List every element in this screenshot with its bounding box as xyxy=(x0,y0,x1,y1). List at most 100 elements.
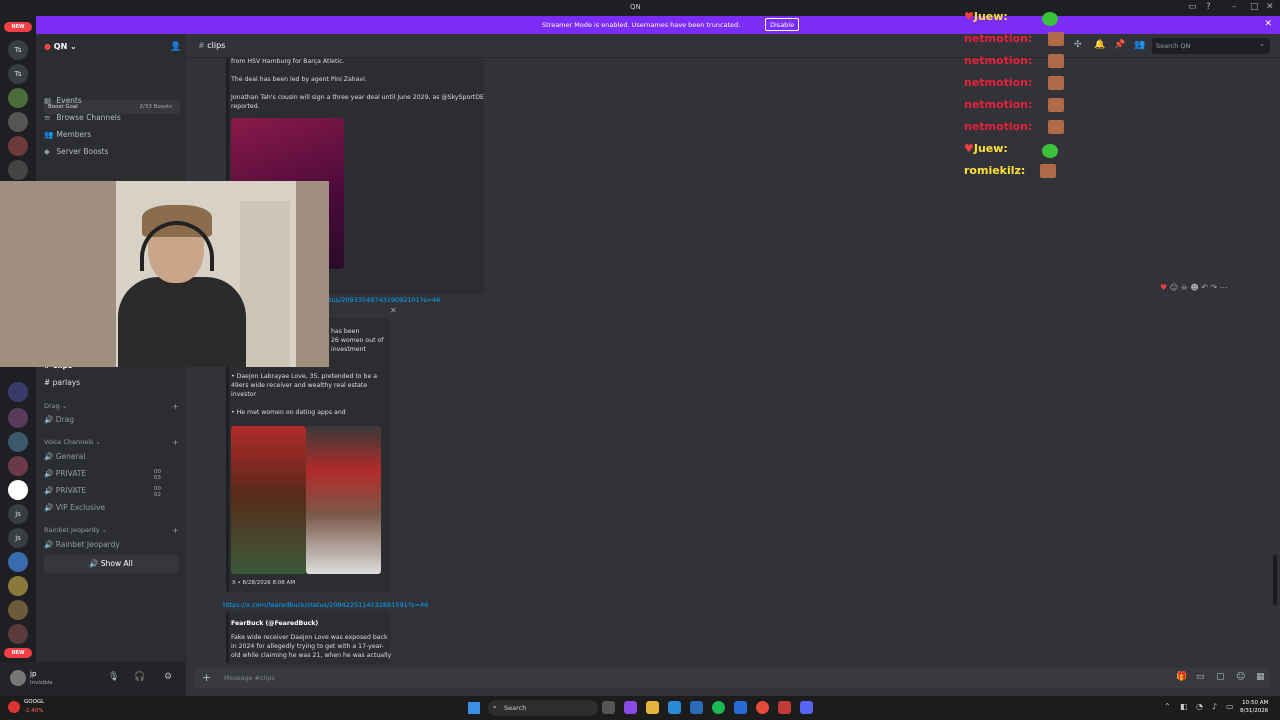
file-explorer-icon[interactable] xyxy=(646,701,659,714)
emote xyxy=(1048,54,1064,68)
remove-embed-icon[interactable]: ✕ xyxy=(390,306,397,315)
avatar[interactable] xyxy=(10,670,26,686)
volume-icon[interactable]: ♪ xyxy=(1212,702,1217,711)
server-icon-js[interactable]: js xyxy=(8,504,28,524)
voice-channel-rainbet[interactable]: 🔊 Rainbet Jeopardy xyxy=(44,540,120,549)
pin-icon[interactable]: 📌 xyxy=(1114,40,1125,50)
taskview-icon[interactable] xyxy=(602,701,615,714)
server-icon[interactable] xyxy=(8,88,28,108)
headphones-icon[interactable]: 🎧 xyxy=(134,672,145,682)
channel-parlays[interactable]: # parlays xyxy=(44,378,80,387)
apps-icon[interactable]: ▦ xyxy=(1256,672,1265,682)
invite-icon[interactable]: 👤 xyxy=(170,42,181,52)
emoji-reaction-icon[interactable]: ☺ xyxy=(1170,283,1178,292)
chrome-icon[interactable] xyxy=(756,701,769,714)
server-icon[interactable] xyxy=(8,382,28,402)
emoji-icon[interactable]: ☺ xyxy=(1236,672,1245,682)
hash-icon: # xyxy=(198,41,208,50)
add-channel-icon[interactable]: + xyxy=(172,402,179,411)
heart-reaction-icon[interactable]: ♥ xyxy=(1160,283,1167,292)
voice-channel-private-2[interactable]: 🔊 PRIVATE 00 02 xyxy=(44,486,161,498)
app-icon[interactable] xyxy=(624,701,637,714)
gif-icon[interactable]: ▭ xyxy=(1196,672,1205,682)
user-count: 00 02 xyxy=(154,486,161,498)
add-channel-icon[interactable]: + xyxy=(172,526,179,535)
spotify-icon[interactable] xyxy=(712,701,725,714)
member-list-icon[interactable]: 👥 xyxy=(1134,40,1145,50)
message-input[interactable]: + Message #clips 🎁 ▭ ▢ ☺ ▦ xyxy=(194,668,1270,688)
server-icon-js-2[interactable]: js xyxy=(8,528,28,548)
gift-icon[interactable]: 🎁 xyxy=(1176,672,1187,682)
message-actions: ♥ ☺ ☠ ☻ ↶ ↷ ⋯ xyxy=(1160,283,1270,295)
taskbar-search[interactable]: ⌕ Search xyxy=(488,700,598,716)
server-icon-ts-2[interactable]: Ts xyxy=(8,64,28,84)
server-icon[interactable] xyxy=(8,136,28,156)
new-badge-bottom: NEW xyxy=(4,648,32,658)
show-all-button[interactable]: 🔊 Show All xyxy=(44,555,178,573)
message-link[interactable]: tus/2093354974319092101?s=46 xyxy=(329,296,440,304)
notification-icon[interactable]: 🔔 xyxy=(1094,40,1105,50)
sticker-icon[interactable]: ▢ xyxy=(1216,672,1225,682)
nav-server-boosts[interactable]: ◆ Server Boosts xyxy=(44,147,108,156)
server-icon[interactable] xyxy=(8,432,28,452)
server-name-button[interactable]: ● QN ⌄ xyxy=(44,42,77,51)
server-icon[interactable] xyxy=(8,624,28,644)
wifi-icon[interactable]: ◔ xyxy=(1196,702,1203,711)
server-icon[interactable] xyxy=(8,160,28,180)
forward-icon[interactable]: ↷ xyxy=(1210,283,1217,292)
add-channel-icon[interactable]: + xyxy=(172,438,179,447)
server-icon[interactable] xyxy=(8,576,28,596)
embed-image[interactable] xyxy=(306,426,381,574)
category-voice-channels[interactable]: Voice Channels ⌄ + xyxy=(44,438,179,447)
embed-image[interactable] xyxy=(231,426,306,574)
close-window-button[interactable]: ✕ xyxy=(1266,2,1274,12)
threads-icon[interactable]: ✣ xyxy=(1074,40,1082,50)
search-input[interactable]: Search QN ⌕ xyxy=(1152,38,1270,54)
skull-reaction-icon[interactable]: ☠ xyxy=(1181,283,1188,292)
network-icon[interactable]: ◧ xyxy=(1180,702,1188,711)
voice-channel-general[interactable]: 🔊 General xyxy=(44,452,85,461)
server-icon[interactable] xyxy=(8,480,28,500)
nav-members[interactable]: 👥 Members xyxy=(44,130,91,139)
add-attachment-icon[interactable]: + xyxy=(202,671,211,684)
message-link[interactable]: https://x.com/fearedbuck/status/20942251… xyxy=(223,601,428,609)
server-icon[interactable] xyxy=(8,552,28,572)
battery-icon[interactable]: ▭ xyxy=(1226,702,1234,711)
store-icon[interactable] xyxy=(690,701,703,714)
discord-icon[interactable] xyxy=(800,701,813,714)
nav-events[interactable]: ▦ Events xyxy=(44,96,82,105)
help-icon[interactable]: ? xyxy=(1206,2,1211,12)
nav-browse-channels[interactable]: ≡ Browse Channels xyxy=(44,113,121,122)
voice-channel-vip[interactable]: 🔊 VIP Exclusive xyxy=(44,503,105,512)
disable-button[interactable]: Disable xyxy=(765,18,800,31)
server-icon[interactable] xyxy=(8,456,28,476)
microphone-icon[interactable]: 🎙 xyxy=(108,672,119,682)
category-rainbet[interactable]: Rainbet Jeopardy ⌄ + xyxy=(44,526,179,535)
category-drag[interactable]: Drag ⌄ + xyxy=(44,402,179,411)
message-line: The deal has been led by agent Pini Zaha… xyxy=(231,76,367,83)
clock[interactable]: 10:50 AM 8/31/2026 xyxy=(1240,699,1268,715)
server-icon[interactable] xyxy=(8,408,28,428)
server-icon-ts[interactable]: Ts xyxy=(8,40,28,60)
voice-channel-private[interactable]: 🔊 PRIVATE 00 03 xyxy=(44,469,161,481)
reply-icon[interactable]: ↶ xyxy=(1201,283,1208,292)
stock-widget-icon[interactable] xyxy=(8,701,20,713)
maximize-button[interactable]: □ xyxy=(1250,2,1259,12)
app-icon[interactable] xyxy=(778,701,791,714)
tray-chevron-icon[interactable]: ⌃ xyxy=(1164,702,1171,711)
server-icon[interactable] xyxy=(8,112,28,132)
server-icon[interactable] xyxy=(8,600,28,620)
voice-channel-drag[interactable]: 🔊 Drag xyxy=(44,415,74,424)
start-button[interactable] xyxy=(468,702,480,714)
inbox-icon[interactable]: ▭ xyxy=(1188,2,1197,12)
edge-icon[interactable] xyxy=(668,701,681,714)
more-icon[interactable]: ⋯ xyxy=(1220,283,1228,292)
minimize-button[interactable]: – xyxy=(1232,2,1237,12)
username: jp xyxy=(30,670,37,678)
embed-author[interactable]: FearBuck (@FearedBuck) xyxy=(231,619,318,628)
settings-gear-icon[interactable]: ⚙ xyxy=(164,672,172,682)
scrollbar[interactable] xyxy=(1273,555,1277,605)
add-reaction-icon[interactable]: ☻ xyxy=(1190,283,1198,292)
app-icon[interactable] xyxy=(734,701,747,714)
close-banner-icon[interactable]: ✕ xyxy=(1264,19,1272,29)
